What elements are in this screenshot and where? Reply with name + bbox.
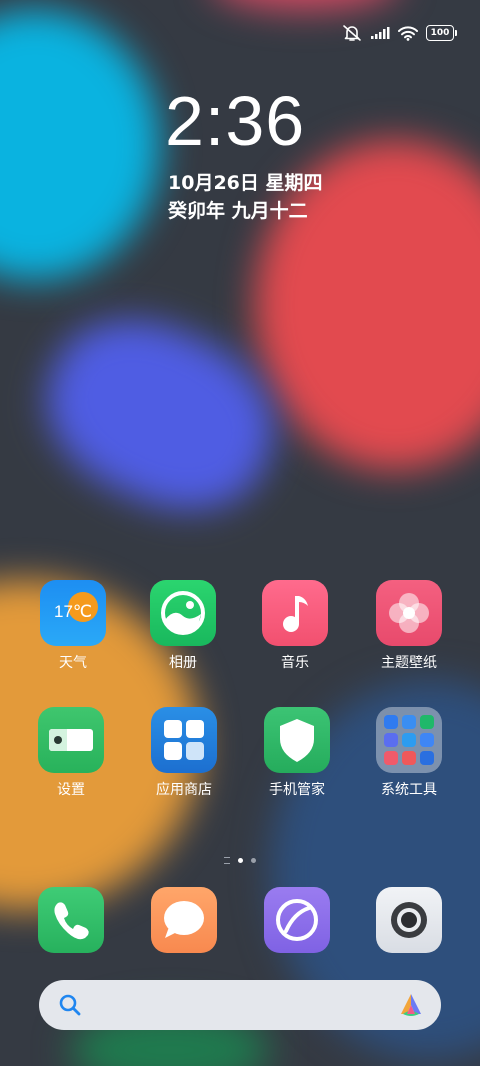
app-label: 主题壁纸 <box>381 655 437 671</box>
page-indicator[interactable] <box>0 857 480 864</box>
search-bar[interactable] <box>39 980 441 1030</box>
folder-icon <box>376 707 442 773</box>
gallery-icon <box>150 580 216 646</box>
page-indicator-minus-one <box>224 857 230 864</box>
app-label: 相册 <box>169 655 197 671</box>
app-security[interactable]: 手机管家 <box>249 707 345 799</box>
music-icon <box>262 580 328 646</box>
lunar-date: 癸卯年 九月十二 <box>168 200 308 222</box>
app-label: 天气 <box>59 655 87 671</box>
messages-icon <box>151 887 217 953</box>
search-icon[interactable] <box>59 994 81 1016</box>
dock-browser[interactable] <box>249 887 345 953</box>
app-weather[interactable]: 17℃ 天气 <box>25 580 121 672</box>
page-dot <box>251 858 256 863</box>
clock-date[interactable]: 10月26日 星期四 <box>168 170 323 196</box>
shield-icon <box>264 707 330 773</box>
app-settings[interactable]: 设置 <box>23 707 119 799</box>
settings-icon <box>38 707 104 773</box>
app-label: 应用商店 <box>156 782 212 798</box>
page-dot-active <box>238 858 243 863</box>
clock-time[interactable]: 2:36 <box>165 80 305 162</box>
weather-icon: 17℃ <box>40 580 106 646</box>
app-gallery[interactable]: 相册 <box>135 580 231 672</box>
flower-icon <box>376 580 442 646</box>
wifi-icon <box>398 25 418 41</box>
dock-camera[interactable] <box>361 887 457 953</box>
app-store[interactable]: 应用商店 <box>136 707 232 799</box>
app-label: 设置 <box>57 782 85 798</box>
mute-icon <box>343 25 361 41</box>
weather-temp: 17℃ <box>53 602 92 621</box>
ai-assistant-icon[interactable] <box>397 992 425 1018</box>
app-label: 系统工具 <box>381 782 437 798</box>
app-store-icon <box>151 707 217 773</box>
app-themes[interactable]: 主题壁纸 <box>361 580 457 672</box>
app-label: 音乐 <box>281 655 309 671</box>
phone-icon <box>38 887 104 953</box>
app-folder-tools[interactable]: 系统工具 <box>361 707 457 799</box>
browser-icon <box>264 887 330 953</box>
battery-indicator: 100 <box>426 25 457 41</box>
status-bar: 100 <box>342 22 457 44</box>
dock-messages[interactable] <box>136 887 232 953</box>
app-music[interactable]: 音乐 <box>247 580 343 672</box>
dock-phone[interactable] <box>23 887 119 953</box>
app-label: 手机管家 <box>269 782 325 798</box>
camera-icon <box>376 887 442 953</box>
signal-icon <box>371 27 390 39</box>
